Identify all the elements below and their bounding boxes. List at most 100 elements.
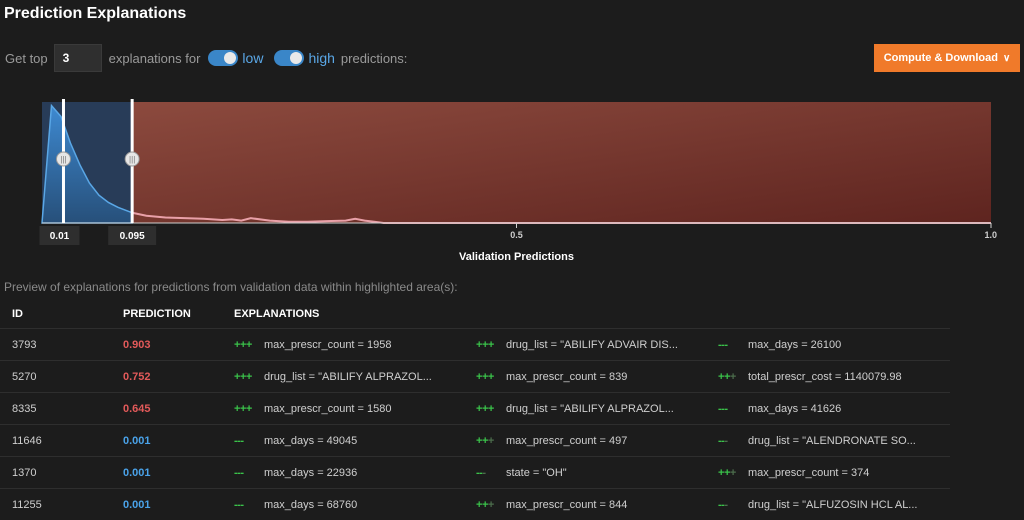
- explanation-2: +++drug_list = "ABILIFY ADVAIR DIS...: [476, 329, 718, 361]
- explanation-1: ---max_days = 49045: [234, 425, 476, 457]
- high-threshold-label: 0.095: [120, 231, 145, 242]
- explanation-1: +++drug_list = "ABILIFY ALPRAZOL...: [234, 361, 476, 393]
- strength-indicator: ---: [234, 499, 264, 511]
- explanation-text: max_prescr_count = 1580: [264, 403, 392, 415]
- explanation-1: +++max_prescr_count = 1580: [234, 393, 476, 425]
- table-row[interactable]: 13700.001---max_days = 22936---state = "…: [0, 457, 950, 489]
- strength-indicator: +++: [476, 435, 506, 447]
- explanation-text: drug_list = "ALENDRONATE SO...: [748, 435, 916, 447]
- x-tick-label: 1.0: [984, 230, 997, 240]
- row-prediction: 0.001: [123, 489, 234, 520]
- x-tick-label: 0.5: [510, 230, 523, 240]
- top-n-input[interactable]: [54, 44, 102, 72]
- row-id: 8335: [0, 393, 123, 425]
- header-id: ID: [0, 300, 123, 329]
- high-toggle[interactable]: [274, 50, 304, 66]
- strength-indicator: +++: [476, 499, 506, 511]
- explanation-text: drug_list = "ABILIFY ADVAIR DIS...: [506, 339, 678, 351]
- high-label: high: [308, 50, 334, 66]
- explanation-1: ---max_days = 68760: [234, 489, 476, 520]
- explanation-text: max_days = 68760: [264, 499, 357, 511]
- low-toggle-knob: [224, 52, 236, 64]
- table-row[interactable]: 83350.645+++max_prescr_count = 1580+++dr…: [0, 393, 950, 425]
- table-row[interactable]: 52700.752+++drug_list = "ABILIFY ALPRAZO…: [0, 361, 950, 393]
- explanation-3: ---drug_list = "ALENDRONATE SO...: [718, 425, 950, 457]
- explanation-1: +++max_prescr_count = 1958: [234, 329, 476, 361]
- table-row[interactable]: 112550.001---max_days = 68760+++max_pres…: [0, 489, 950, 520]
- strength-indicator: +++: [234, 339, 264, 351]
- compute-download-label: Compute & Download: [884, 52, 998, 64]
- row-id: 5270: [0, 361, 123, 393]
- page-title: Prediction Explanations: [4, 5, 186, 23]
- explanation-3: +++max_prescr_count = 374: [718, 457, 950, 489]
- get-top-label: Get top: [5, 51, 48, 66]
- controls-bar: Get top explanations for low high predic…: [5, 44, 407, 72]
- explanation-text: max_prescr_count = 1958: [264, 339, 392, 351]
- explanation-text: drug_list = "ABILIFY ALPRAZOL...: [506, 403, 674, 415]
- strength-indicator: +++: [234, 403, 264, 415]
- x-axis-label: Validation Predictions: [459, 251, 574, 263]
- row-id: 11255: [0, 489, 123, 520]
- explanations-for-label: explanations for: [109, 51, 201, 66]
- strength-indicator: +++: [476, 371, 506, 383]
- explanation-text: total_prescr_cost = 1140079.98: [748, 371, 902, 383]
- high-toggle-knob: [290, 52, 302, 64]
- table-row[interactable]: 37930.903+++max_prescr_count = 1958+++dr…: [0, 329, 950, 361]
- explanation-text: drug_list = "ALFUZOSIN HCL AL...: [748, 499, 917, 511]
- svg-text:|||: |||: [129, 155, 135, 164]
- strength-indicator: +++: [476, 339, 506, 351]
- prediction-distribution-chart[interactable]: 0.5 1.0 ||| 0.01 ||| 0.095 Validation Pre…: [0, 90, 1024, 270]
- header-explanations: EXPLANATIONS: [234, 300, 950, 329]
- explanation-text: max_prescr_count = 374: [748, 467, 869, 479]
- table-row[interactable]: 116460.001---max_days = 49045+++max_pres…: [0, 425, 950, 457]
- header-prediction: PREDICTION: [123, 300, 234, 329]
- explanation-3: ---max_days = 41626: [718, 393, 950, 425]
- explanation-2: +++max_prescr_count = 497: [476, 425, 718, 457]
- explanation-text: max_days = 22936: [264, 467, 357, 479]
- row-prediction: 0.752: [123, 361, 234, 393]
- strength-indicator: ---: [718, 339, 748, 351]
- strength-indicator: +++: [718, 467, 748, 479]
- row-prediction: 0.001: [123, 457, 234, 489]
- row-prediction: 0.903: [123, 329, 234, 361]
- row-prediction: 0.645: [123, 393, 234, 425]
- strength-indicator: ---: [476, 467, 506, 479]
- row-id: 1370: [0, 457, 123, 489]
- high-region: [132, 102, 991, 223]
- explanation-2: +++max_prescr_count = 839: [476, 361, 718, 393]
- low-label: low: [242, 50, 263, 66]
- explanation-3: +++total_prescr_cost = 1140079.98: [718, 361, 950, 393]
- explanation-1: ---max_days = 22936: [234, 457, 476, 489]
- row-id: 11646: [0, 425, 123, 457]
- strength-indicator: ---: [718, 435, 748, 447]
- explanation-3: ---max_days = 26100: [718, 329, 950, 361]
- strength-indicator: ---: [234, 467, 264, 479]
- row-id: 3793: [0, 329, 123, 361]
- explanation-3: ---drug_list = "ALFUZOSIN HCL AL...: [718, 489, 950, 520]
- strength-indicator: +++: [718, 371, 748, 383]
- strength-indicator: ---: [234, 435, 264, 447]
- explanation-text: drug_list = "ABILIFY ALPRAZOL...: [264, 371, 432, 383]
- strength-indicator: +++: [476, 403, 506, 415]
- table-header-row: ID PREDICTION EXPLANATIONS: [0, 300, 950, 329]
- explanation-text: max_prescr_count = 497: [506, 435, 627, 447]
- explanation-text: max_days = 41626: [748, 403, 841, 415]
- explanation-text: max_days = 49045: [264, 435, 357, 447]
- compute-download-button[interactable]: Compute & Download ∨: [874, 44, 1020, 72]
- strength-indicator: +++: [234, 371, 264, 383]
- explanation-text: max_prescr_count = 839: [506, 371, 627, 383]
- low-threshold-label: 0.01: [50, 231, 70, 242]
- explanation-2: +++max_prescr_count = 844: [476, 489, 718, 520]
- svg-text:|||: |||: [60, 155, 66, 164]
- explanation-2: +++drug_list = "ABILIFY ALPRAZOL...: [476, 393, 718, 425]
- explanation-text: state = "OH": [506, 467, 567, 479]
- strength-indicator: ---: [718, 499, 748, 511]
- predictions-label: predictions:: [341, 51, 407, 66]
- strength-indicator: ---: [718, 403, 748, 415]
- row-prediction: 0.001: [123, 425, 234, 457]
- explanation-2: ---state = "OH": [476, 457, 718, 489]
- low-toggle[interactable]: [208, 50, 238, 66]
- chevron-down-icon: ∨: [1003, 53, 1010, 64]
- preview-text: Preview of explanations for predictions …: [4, 280, 458, 294]
- explanation-text: max_days = 26100: [748, 339, 841, 351]
